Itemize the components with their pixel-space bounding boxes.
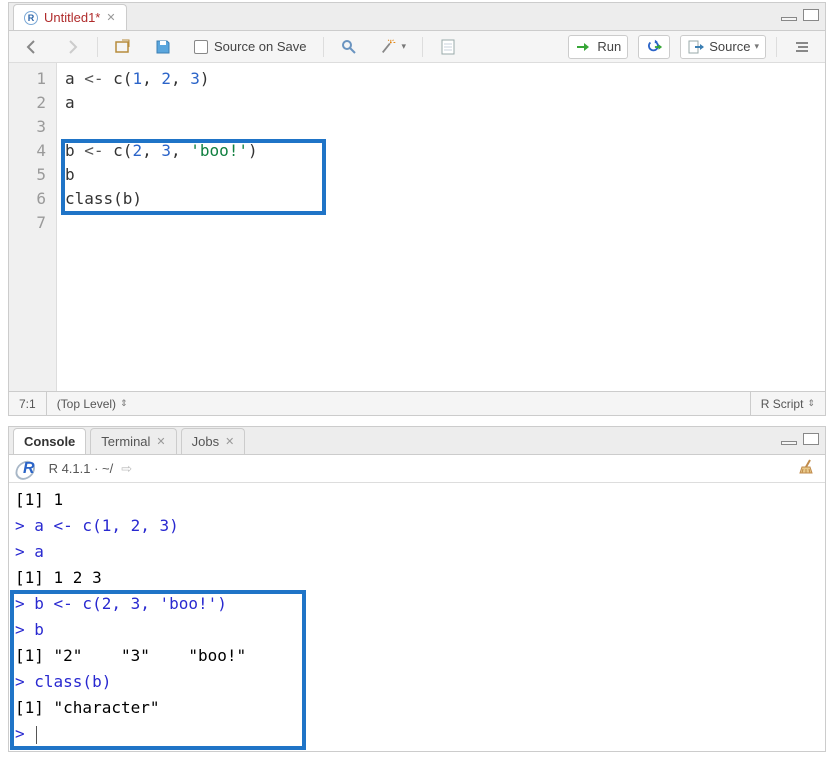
source-file-tab[interactable]: R Untitled1* ✕: [13, 4, 127, 30]
find-button[interactable]: [334, 36, 364, 58]
tab-console[interactable]: Console: [13, 428, 86, 454]
console-input-line: > a: [15, 539, 819, 565]
annotation-highlight-box: [61, 139, 326, 215]
console-header-bar: ◯ R R 4.1.1 · ~/ ⇨: [9, 455, 825, 483]
r-version-label: R 4.1.1 · ~/: [49, 461, 114, 476]
pane-window-controls: [781, 9, 819, 21]
console-tab-bar: Console Terminal ✕ Jobs ✕: [9, 427, 825, 455]
compile-report-button[interactable]: [433, 36, 463, 58]
close-tab-icon[interactable]: ✕: [225, 435, 234, 448]
scope-navigator[interactable]: (Top Level) ⇕: [47, 392, 751, 415]
updown-icon: ⇕: [807, 398, 815, 409]
maximize-pane-icon[interactable]: [803, 433, 819, 445]
source-pane: R Untitled1* ✕ Source on Save: [8, 2, 826, 416]
rerun-button[interactable]: [638, 35, 670, 59]
save-button[interactable]: [148, 36, 178, 58]
source-menu-button[interactable]: Source ▾: [680, 35, 766, 59]
chevron-down-icon: ▾: [402, 41, 407, 52]
console-output-line: [1] 1: [15, 487, 819, 513]
r-file-icon: R: [24, 11, 38, 25]
source-toolbar: Source on Save ▾ Run Source ▾: [9, 31, 825, 63]
line-number-gutter: 1234567: [9, 63, 57, 391]
nav-forward-button[interactable]: [57, 36, 87, 58]
code-tools-button[interactable]: ▾: [374, 36, 413, 58]
close-tab-icon[interactable]: ✕: [106, 11, 115, 24]
chevron-down-icon: ▾: [754, 41, 759, 52]
console-input-line: > a <- c(1, 2, 3): [15, 513, 819, 539]
outline-button[interactable]: [787, 36, 817, 58]
source-tab-bar: R Untitled1* ✕: [9, 3, 825, 31]
show-in-new-window-button[interactable]: [108, 36, 138, 58]
tab-jobs[interactable]: Jobs ✕: [181, 428, 246, 454]
code-line[interactable]: a: [65, 91, 817, 115]
maximize-pane-icon[interactable]: [803, 9, 819, 21]
nav-back-button[interactable]: [17, 36, 47, 58]
tab-title: Untitled1*: [44, 10, 100, 25]
clear-console-icon[interactable]: [797, 458, 817, 479]
code-line[interactable]: a <- c(1, 2, 3): [65, 67, 817, 91]
source-on-save-checkbox[interactable]: Source on Save: [188, 37, 313, 56]
console-output[interactable]: [1] 1> a <- c(1, 2, 3)> a[1] 1 2 3> b <-…: [9, 483, 825, 751]
minimize-pane-icon[interactable]: [781, 17, 797, 21]
minimize-pane-icon[interactable]: [781, 441, 797, 445]
go-to-dir-icon[interactable]: ⇨: [121, 461, 132, 477]
run-button[interactable]: Run: [568, 35, 628, 59]
checkbox-icon: [194, 40, 208, 54]
updown-icon: ⇕: [120, 398, 128, 409]
console-output-line: [1] 1 2 3: [15, 565, 819, 591]
code-area[interactable]: a <- c(1, 2, 3)a b <- c(2, 3, 'boo!')bcl…: [57, 63, 825, 391]
cursor-position: 7:1: [9, 392, 47, 415]
r-logo-icon: ◯ R: [17, 460, 35, 478]
pane-window-controls: [781, 433, 819, 445]
close-tab-icon[interactable]: ✕: [156, 435, 165, 448]
console-pane: Console Terminal ✕ Jobs ✕ ◯ R R 4.1.1 · …: [8, 426, 826, 752]
code-editor[interactable]: 1234567 a <- c(1, 2, 3)a b <- c(2, 3, 'b…: [9, 63, 825, 391]
code-line[interactable]: [65, 115, 817, 139]
tab-terminal[interactable]: Terminal ✕: [90, 428, 176, 454]
source-status-bar: 7:1 (Top Level) ⇕ R Script ⇕: [9, 391, 825, 415]
annotation-highlight-box: [10, 590, 306, 750]
filetype-selector[interactable]: R Script ⇕: [751, 392, 825, 415]
